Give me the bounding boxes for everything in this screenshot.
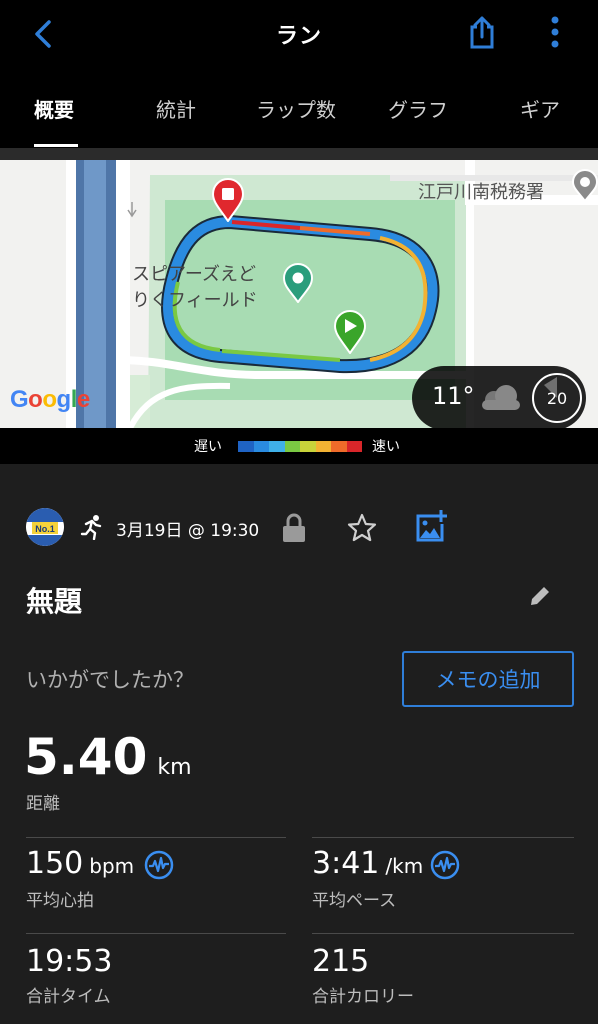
distance-label: 距離 bbox=[26, 794, 60, 814]
legend-swatch bbox=[238, 441, 254, 452]
heart-rate-icon[interactable] bbox=[430, 850, 460, 880]
end-marker-icon bbox=[211, 178, 245, 222]
svg-text:No.1: No.1 bbox=[35, 524, 55, 534]
page-title: ラン bbox=[275, 24, 322, 49]
tab-laps[interactable]: ラップ数 bbox=[256, 94, 336, 123]
edit-icon[interactable] bbox=[528, 584, 552, 608]
tab-gear[interactable]: ギア bbox=[520, 94, 560, 123]
stat-divider bbox=[26, 933, 286, 934]
avg-heart-rate-number: 150 bbox=[26, 846, 84, 881]
tab-divider bbox=[0, 148, 598, 160]
place-pin-icon bbox=[282, 263, 314, 303]
avg-pace-label: 平均ペース bbox=[312, 891, 397, 911]
wind-indicator: 20 bbox=[532, 373, 582, 423]
avg-pace-unit: /km bbox=[385, 854, 424, 878]
add-memo-button[interactable]: メモの追加 bbox=[402, 651, 574, 707]
badge-icon: No.1 bbox=[26, 508, 64, 546]
star-icon[interactable] bbox=[346, 512, 378, 544]
route-map[interactable]: スピアーズえど りくフィールド 江戸川南税務署 Google 11° 20 bbox=[0, 160, 598, 428]
legend-swatch bbox=[315, 441, 331, 452]
distance-value: 5.40 bbox=[24, 728, 148, 786]
total-time-label: 合計タイム bbox=[26, 987, 111, 1007]
stat-divider bbox=[26, 837, 286, 838]
activity-date: 3月19日 @ 19:30 bbox=[116, 521, 260, 541]
share-button[interactable] bbox=[464, 12, 500, 52]
start-marker-icon bbox=[333, 310, 367, 354]
avg-heart-rate-unit: bpm bbox=[89, 854, 135, 878]
more-vertical-icon bbox=[551, 16, 559, 48]
activity-summary: No.1 3月19日 @ 19:30 無題 いかがでしたか？ メモの追加 5.4… bbox=[0, 464, 598, 1024]
weather-widget[interactable]: 11° 20 bbox=[412, 366, 586, 428]
distance-value-row: 5.40 km bbox=[24, 728, 192, 786]
avg-heart-rate-value: 150 bpm bbox=[26, 846, 134, 881]
pace-legend: 遅い 速い bbox=[0, 428, 598, 464]
location-pin-icon bbox=[571, 169, 598, 202]
total-calories-value: 215 bbox=[312, 944, 370, 979]
legend-swatch bbox=[253, 441, 269, 452]
place-label-line2: りくフィールド bbox=[132, 290, 258, 311]
tab-stats[interactable]: 統計 bbox=[156, 94, 196, 123]
legend-swatch bbox=[346, 441, 362, 452]
legend-color-bar bbox=[238, 441, 362, 452]
lock-icon[interactable] bbox=[280, 512, 308, 544]
avg-heart-rate-label: 平均心拍 bbox=[26, 891, 94, 911]
google-logo: Google bbox=[10, 386, 90, 413]
legend-swatch bbox=[284, 441, 300, 452]
legend-swatch bbox=[269, 441, 285, 452]
running-icon bbox=[80, 515, 102, 540]
temperature: 11° bbox=[432, 382, 475, 410]
feedback-prompt: いかがでしたか？ bbox=[26, 668, 194, 692]
total-calories-label: 合計カロリー bbox=[312, 987, 414, 1007]
wind-speed: 20 bbox=[546, 389, 568, 408]
heart-rate-icon[interactable] bbox=[144, 850, 174, 880]
active-tab-indicator bbox=[34, 144, 78, 147]
legend-slow-label: 遅い bbox=[194, 439, 222, 455]
top-bar: ラン bbox=[0, 0, 598, 70]
legend-fast-label: 速い bbox=[372, 439, 400, 455]
more-button[interactable] bbox=[540, 12, 570, 52]
tab-graphs[interactable]: グラフ bbox=[388, 94, 448, 123]
activity-title: 無題 bbox=[26, 585, 83, 618]
legend-swatch bbox=[300, 441, 316, 452]
cloud-icon bbox=[482, 385, 520, 410]
stat-divider bbox=[312, 837, 574, 838]
place-label-line1: スピアーズえど bbox=[132, 264, 257, 285]
distance-unit: km bbox=[157, 755, 192, 780]
total-time-value: 19:53 bbox=[26, 944, 113, 979]
activity-meta-row: No.1 3月19日 @ 19:30 bbox=[0, 504, 598, 554]
avg-pace-number: 3:41 bbox=[312, 846, 380, 881]
add-photo-icon[interactable] bbox=[414, 508, 448, 544]
share-icon bbox=[470, 16, 494, 49]
legend-swatch bbox=[331, 441, 347, 452]
avatar[interactable]: No.1 bbox=[26, 508, 64, 546]
tax-office-label: 江戸川南税務署 bbox=[418, 182, 544, 203]
stat-divider bbox=[312, 933, 574, 934]
tab-overview[interactable]: 概要 bbox=[34, 94, 74, 123]
avg-pace-value: 3:41/km bbox=[312, 846, 423, 881]
tab-bar: 概要 統計 ラップ数 グラフ ギア bbox=[0, 70, 598, 148]
